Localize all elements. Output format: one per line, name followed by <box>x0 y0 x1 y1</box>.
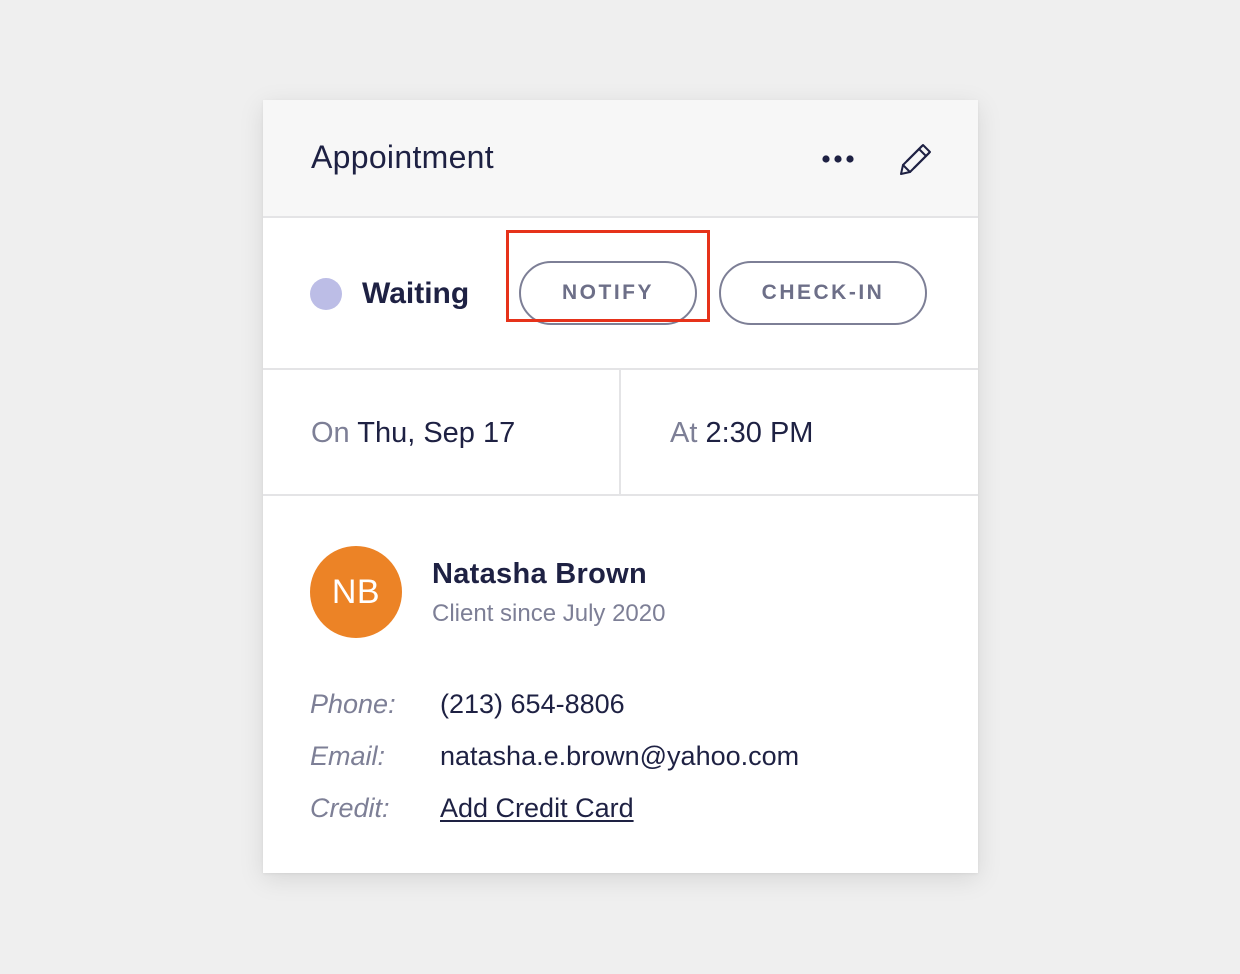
email-value: natasha.e.brown@yahoo.com <box>440 741 800 771</box>
phone-label: Phone: <box>310 689 396 719</box>
appointment-date: On Thu, Sep 17 <box>311 414 515 452</box>
card-header: Appointment <box>263 100 978 218</box>
schedule-divider <box>619 370 621 494</box>
add-credit-card-link[interactable]: Add Credit Card <box>440 790 634 826</box>
date-value: Thu, Sep 17 <box>357 417 516 449</box>
more-options-button[interactable] <box>813 144 863 174</box>
client-avatar: NB <box>310 546 402 638</box>
phone-value: (213) 654-8806 <box>440 689 625 719</box>
client-since: Client since July 2020 <box>432 600 666 627</box>
status-row: Waiting NOTIFY CHECK-IN <box>263 218 978 370</box>
email-label: Email: <box>310 741 386 771</box>
pencil-icon <box>900 144 931 175</box>
client-name[interactable]: Natasha Brown <box>432 556 647 592</box>
card-title: Appointment <box>311 139 494 175</box>
edit-button[interactable] <box>893 136 939 182</box>
appointment-time: At 2:30 PM <box>670 414 813 452</box>
credit-label: Credit: <box>310 793 390 823</box>
date-prefix: On <box>311 417 350 449</box>
status-label: Waiting <box>362 277 470 310</box>
schedule-row: On Thu, Sep 17 At 2:30 PM <box>263 370 978 496</box>
check-in-button[interactable]: CHECK-IN <box>719 261 927 325</box>
appointment-card: Appointment Waiting NOTIFY CHECK-IN On T… <box>263 100 978 873</box>
status-indicator-dot <box>310 278 342 310</box>
time-value: 2:30 PM <box>705 417 814 449</box>
time-prefix: At <box>670 417 698 449</box>
notify-button[interactable]: NOTIFY <box>519 261 697 325</box>
more-horizontal-icon <box>822 155 854 163</box>
